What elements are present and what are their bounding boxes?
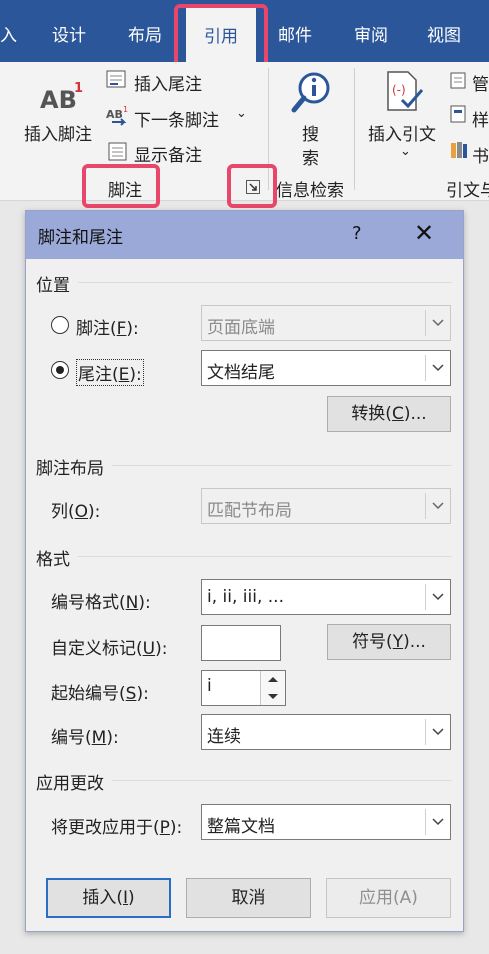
tab-review[interactable]: 审阅 bbox=[354, 20, 388, 52]
chevron-down-icon[interactable] bbox=[425, 719, 450, 745]
start-at-value: i bbox=[207, 676, 212, 696]
columns-select[interactable]: 匹配节布局 bbox=[201, 488, 451, 524]
section-divider bbox=[78, 556, 452, 557]
columns-value: 匹配节布局 bbox=[207, 501, 292, 521]
chevron-down-icon[interactable]: ⌄ bbox=[400, 144, 411, 159]
symbol-button[interactable]: 符号(Y)... bbox=[327, 624, 451, 660]
style-icon bbox=[450, 104, 468, 128]
layout-section-label: 脚注布局 bbox=[36, 459, 104, 479]
insert-footnote-icon: AB 1 bbox=[40, 78, 88, 116]
insert-citation-icon: (-) bbox=[384, 70, 424, 118]
dialog-title: 脚注和尾注 bbox=[38, 228, 123, 248]
custom-mark-input[interactable] bbox=[201, 625, 281, 661]
citations-group-label: 引文与 bbox=[446, 181, 489, 201]
number-format-value: i, ii, iii, ... bbox=[207, 587, 284, 607]
chevron-down-icon[interactable]: ⌄ bbox=[236, 106, 247, 121]
footnote-endnote-dialog: 脚注和尾注 ? ✕ 位置 脚注(F): 页面底端 尾注(E): 文档结尾 转换(… bbox=[25, 210, 464, 932]
custom-mark-label: 自定义标记(U): bbox=[51, 639, 168, 659]
insert-endnote-icon bbox=[106, 70, 128, 94]
insert-citation-button[interactable]: 插入引文 bbox=[368, 120, 436, 145]
chevron-down-icon[interactable] bbox=[425, 493, 450, 519]
spin-down-button[interactable] bbox=[260, 688, 285, 705]
insert-endnote-button[interactable]: 插入尾注 bbox=[134, 70, 202, 95]
svg-text:AB: AB bbox=[106, 108, 123, 121]
radio-selected-dot bbox=[56, 366, 64, 374]
section-divider bbox=[78, 282, 452, 283]
numbering-label: 编号(M): bbox=[51, 728, 119, 748]
tab-layout[interactable]: 布局 bbox=[128, 20, 162, 52]
apply-to-select[interactable]: 整篇文档 bbox=[201, 804, 451, 840]
apply-button[interactable]: 应用(A) bbox=[326, 878, 451, 918]
location-section-label: 位置 bbox=[36, 276, 70, 296]
cancel-button[interactable]: 取消 bbox=[186, 878, 311, 918]
numbering-value: 连续 bbox=[207, 727, 241, 747]
start-at-spinner[interactable]: i bbox=[201, 670, 286, 706]
apply-section-label: 应用更改 bbox=[36, 774, 104, 794]
footnote-radio[interactable] bbox=[51, 316, 69, 334]
insert-footnote-button[interactable]: 插入脚注 bbox=[24, 120, 92, 145]
endnote-radio[interactable] bbox=[51, 361, 69, 379]
chevron-down-icon[interactable] bbox=[425, 310, 450, 336]
spin-up-button[interactable] bbox=[260, 671, 285, 689]
columns-label: 列(O): bbox=[51, 502, 101, 522]
endnote-position-select[interactable]: 文档结尾 bbox=[201, 350, 451, 386]
svg-text:(-): (-) bbox=[392, 83, 406, 97]
endnote-label: 尾注(E): bbox=[76, 359, 144, 386]
tab-view[interactable]: 视图 bbox=[427, 20, 461, 52]
dialog-title-bar[interactable]: 脚注和尾注 ? ✕ bbox=[26, 211, 463, 259]
manage-sources-button[interactable]: 管 bbox=[472, 70, 489, 95]
footnote-position-select[interactable]: 页面底端 bbox=[201, 305, 451, 341]
bibliography-icon bbox=[450, 140, 468, 164]
footnote-label: 脚注(F): bbox=[76, 319, 139, 339]
search-button-line1[interactable]: 搜 bbox=[302, 120, 319, 145]
tab-design[interactable]: 设计 bbox=[52, 20, 86, 52]
next-footnote-icon: AB 1 bbox=[106, 104, 132, 130]
number-format-select[interactable]: i, ii, iii, ... bbox=[201, 579, 451, 615]
number-format-label: 编号格式(N): bbox=[51, 593, 151, 613]
svg-text:1: 1 bbox=[74, 81, 83, 96]
group-divider bbox=[354, 68, 355, 190]
svg-text:AB: AB bbox=[40, 86, 77, 112]
convert-button[interactable]: 转换(C)... bbox=[327, 396, 451, 432]
highlight-footnote-group bbox=[82, 164, 160, 208]
format-section-label: 格式 bbox=[36, 550, 70, 570]
show-notes-button[interactable]: 显示备注 bbox=[134, 141, 202, 166]
chevron-down-icon[interactable] bbox=[425, 584, 450, 610]
highlight-dialog-launcher bbox=[227, 164, 277, 208]
search-icon bbox=[290, 70, 334, 118]
section-divider bbox=[112, 780, 452, 781]
chevron-down-icon[interactable] bbox=[425, 355, 450, 381]
start-at-label: 起始编号(S): bbox=[51, 684, 149, 704]
next-footnote-button[interactable]: 下一条脚注 bbox=[134, 106, 219, 131]
close-icon[interactable]: ✕ bbox=[414, 219, 434, 247]
tab-insert-partial[interactable]: 入 bbox=[0, 20, 17, 52]
show-notes-icon bbox=[108, 142, 128, 166]
footnote-position-value: 页面底端 bbox=[207, 318, 275, 338]
apply-to-value: 整篇文档 bbox=[207, 817, 275, 837]
bibliography-button[interactable]: 书 bbox=[472, 142, 489, 167]
insert-button[interactable]: 插入(I) bbox=[46, 878, 171, 918]
tab-mailings[interactable]: 邮件 bbox=[278, 20, 312, 52]
help-button[interactable]: ? bbox=[352, 223, 362, 244]
svg-text:1: 1 bbox=[123, 105, 128, 114]
chevron-down-icon[interactable] bbox=[425, 809, 450, 835]
manage-sources-icon bbox=[450, 70, 468, 94]
section-divider bbox=[112, 465, 452, 466]
numbering-select[interactable]: 连续 bbox=[201, 714, 451, 750]
apply-to-label: 将更改应用于(P): bbox=[51, 818, 183, 838]
research-group-label: 信息检索 bbox=[276, 181, 344, 201]
endnote-position-value: 文档结尾 bbox=[207, 363, 275, 383]
search-button-line2[interactable]: 索 bbox=[302, 144, 319, 169]
style-button[interactable]: 样 bbox=[472, 106, 489, 131]
